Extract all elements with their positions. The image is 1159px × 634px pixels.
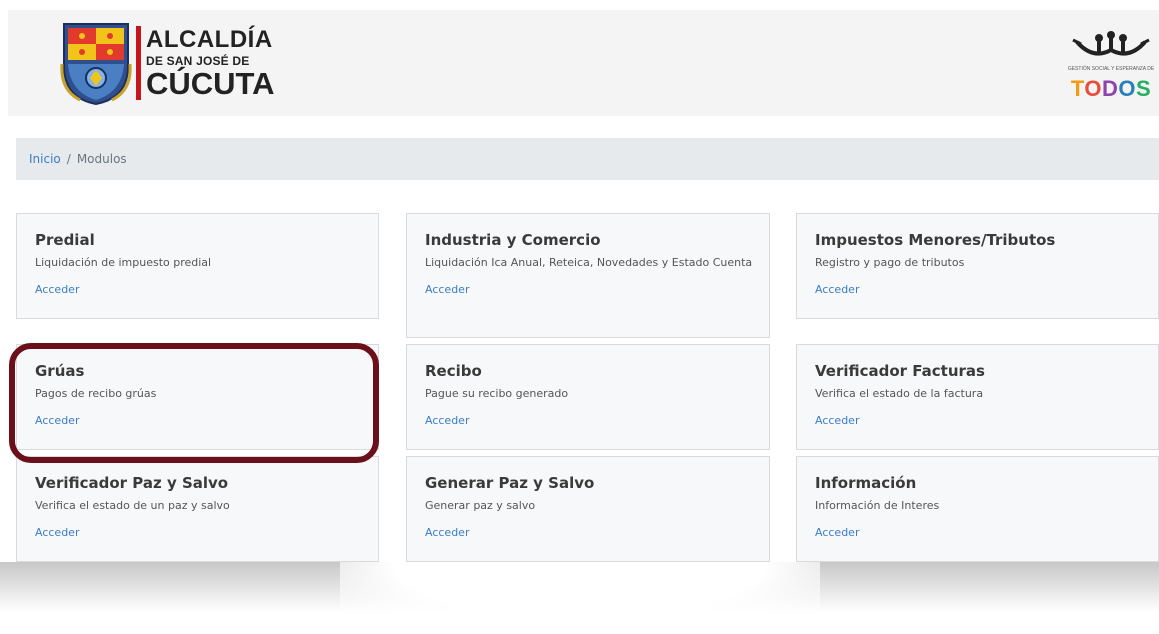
card-title: Información (815, 474, 917, 492)
card-description: Generar paz y salvo (425, 499, 536, 512)
access-link-informacion[interactable]: Acceder (815, 526, 859, 539)
breadcrumb-current: Modulos (76, 152, 127, 166)
breadcrumb: Inicio / Modulos (16, 138, 1159, 180)
card-title: Predial (35, 231, 95, 249)
card-description: Liquidación de impuesto predial (35, 256, 212, 269)
card-description: Liquidación Ica Anual, Reteica, Novedade… (425, 256, 753, 269)
card-industria-comercio: Industria y Comercio Liquidación Ica Anu… (406, 213, 770, 338)
people-silhouette-icon (1072, 31, 1150, 56)
card-title: Recibo (425, 362, 482, 380)
logo-text: ALCALDÍA DE SAN JOSÉ DE CÚCUTA (146, 26, 275, 101)
logo-tagline: GESTIÓN SOCIAL Y ESPERANZA DE (1067, 66, 1155, 72)
access-link-recibo[interactable]: Acceder (425, 414, 469, 427)
card-title: Verificador Paz y Salvo (35, 474, 229, 492)
coat-of-arms-icon (60, 23, 132, 106)
card-title: Grúas (35, 362, 85, 380)
logo-divider (136, 26, 141, 100)
card-predial: Predial Liquidación de impuesto predial … (16, 213, 379, 319)
page-curl-shadow (0, 562, 1159, 634)
card-description: Pague su recibo generado (425, 387, 569, 400)
breadcrumb-home-link[interactable]: Inicio (29, 152, 61, 166)
card-generar-paz-salvo: Generar Paz y Salvo Generar paz y salvo … (406, 456, 770, 562)
card-informacion: Información Información de Interes Acced… (796, 456, 1159, 562)
card-description: Registro y pago de tributos (815, 256, 965, 269)
card-title: Generar Paz y Salvo (425, 474, 595, 492)
todos-logo: GESTIÓN SOCIAL Y ESPERANZA DE TODOS (1063, 28, 1159, 108)
card-description: Pagos de recibo grúas (35, 387, 157, 400)
card-gruas: Grúas Pagos de recibo grúas Acceder (16, 344, 379, 450)
alcaldia-logo[interactable]: ALCALDÍA DE SAN JOSÉ DE CÚCUTA (60, 20, 275, 106)
card-recibo: Recibo Pague su recibo generado Acceder (406, 344, 770, 450)
access-link-industria-comercio[interactable]: Acceder (425, 283, 469, 296)
access-link-impuestos-menores[interactable]: Acceder (815, 283, 859, 296)
access-link-gruas[interactable]: Acceder (35, 414, 79, 427)
site-header: ALCALDÍA DE SAN JOSÉ DE CÚCUTA GESTIÓN S… (8, 10, 1159, 116)
todos-wordmark: TODOS (1070, 76, 1152, 101)
access-link-generar-paz-salvo[interactable]: Acceder (425, 526, 469, 539)
logo-line-1: ALCALDÍA (146, 26, 273, 53)
card-title: Impuestos Menores/Tributos (815, 231, 1056, 249)
card-title: Verificador Facturas (815, 362, 985, 380)
page: ALCALDÍA DE SAN JOSÉ DE CÚCUTA GESTIÓN S… (8, 10, 1159, 562)
breadcrumb-separator: / (66, 152, 71, 166)
card-title: Industria y Comercio (425, 231, 601, 249)
card-verificador-paz-salvo: Verificador Paz y Salvo Verifica el esta… (16, 456, 379, 562)
logo-line-3: CÚCUTA (146, 66, 275, 101)
card-impuestos-menores: Impuestos Menores/Tributos Registro y pa… (796, 213, 1159, 319)
card-description: Verifica el estado de la factura (815, 387, 984, 400)
card-description: Verifica el estado de un paz y salvo (35, 499, 230, 512)
card-verificador-facturas: Verificador Facturas Verifica el estado … (796, 344, 1159, 450)
card-description: Información de Interes (815, 499, 940, 512)
access-link-predial[interactable]: Acceder (35, 283, 79, 296)
access-link-verificador-facturas[interactable]: Acceder (815, 414, 859, 427)
access-link-verificador-paz-salvo[interactable]: Acceder (35, 526, 79, 539)
